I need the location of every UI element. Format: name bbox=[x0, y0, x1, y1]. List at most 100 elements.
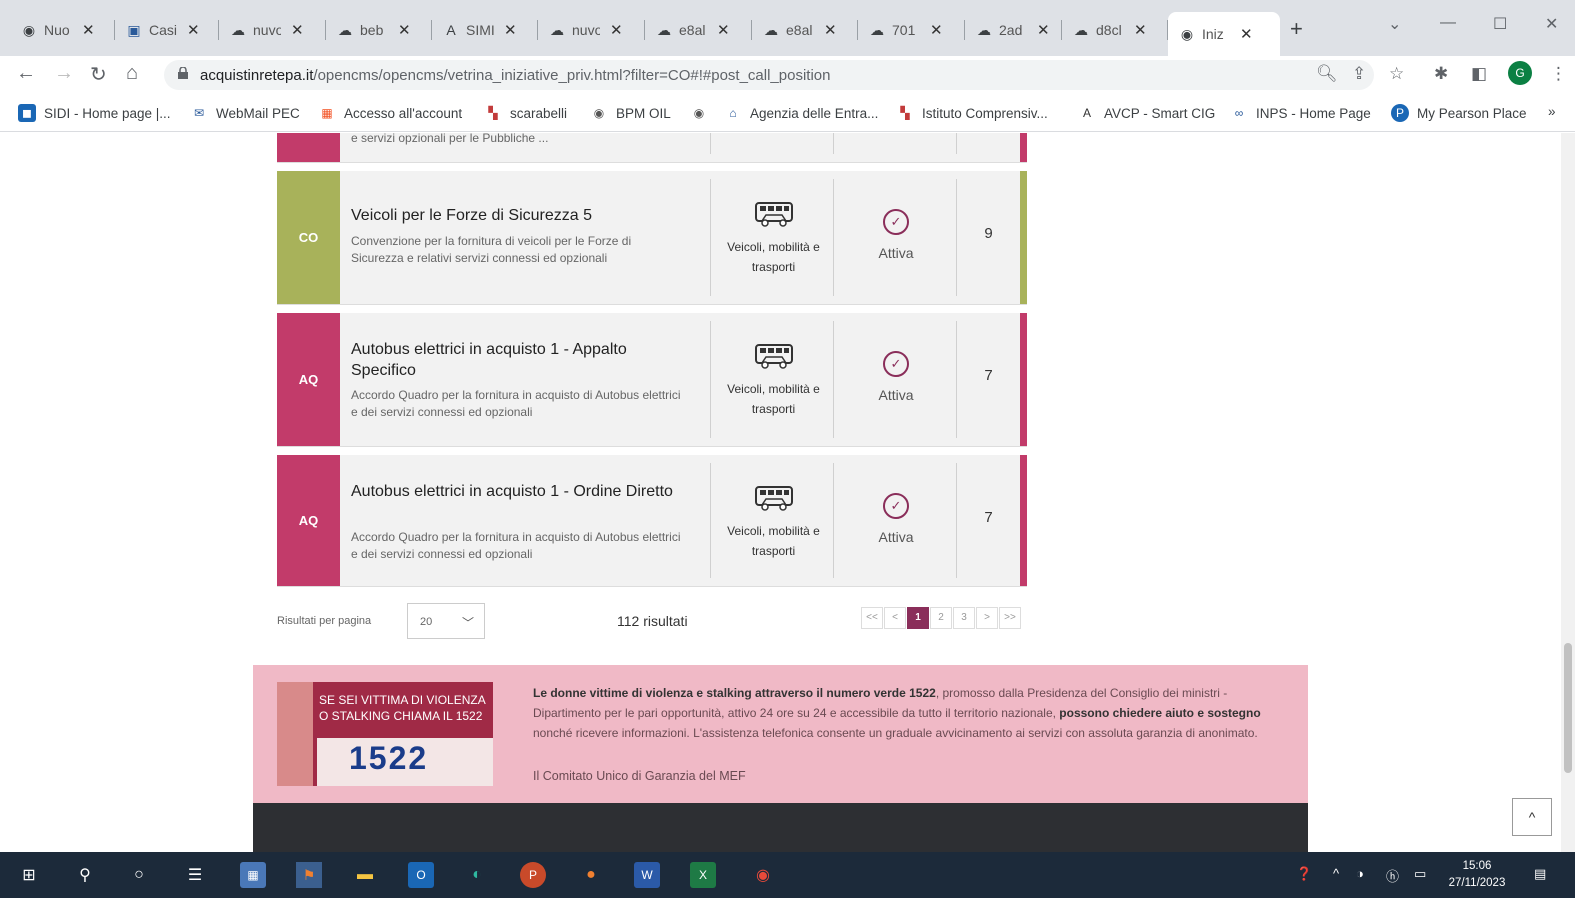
initiative-card[interactable]: CO Veicoli per le Forze di Sicurezza 5 Con… bbox=[277, 171, 1027, 305]
tab-close-icon[interactable]: ✕ bbox=[930, 21, 943, 39]
back-arrow-icon[interactable]: ← bbox=[16, 62, 36, 85]
page-button[interactable]: << bbox=[861, 607, 883, 629]
browser-tab[interactable]: ☁ e8al ✕ bbox=[752, 12, 858, 48]
browser-tab[interactable]: ◉ Nuo ✕ bbox=[10, 12, 115, 48]
partial-card[interactable]: e servizi opzionali per le Pubbliche ... bbox=[277, 133, 1027, 163]
app-pinned-icon[interactable]: ⚑ bbox=[296, 862, 322, 888]
file-explorer-icon[interactable]: ▬ bbox=[352, 862, 378, 888]
reload-icon[interactable]: ↻ bbox=[90, 62, 107, 87]
menu-icon[interactable]: ⋮ bbox=[1550, 64, 1567, 84]
share-icon[interactable]: ⇪ bbox=[1352, 64, 1366, 84]
bookmark-item[interactable]: ◼ SIDI - Home page |... bbox=[18, 104, 171, 122]
excel-icon[interactable]: X bbox=[690, 862, 716, 888]
tab-close-icon[interactable]: ✕ bbox=[610, 21, 623, 39]
firefox-icon[interactable]: ● bbox=[578, 862, 604, 888]
browser-tab[interactable]: A SIMI ✕ bbox=[432, 12, 538, 48]
card-title[interactable]: Veicoli per le Forze di Sicurezza 5 bbox=[351, 205, 681, 226]
status-label: Attiva bbox=[878, 529, 914, 545]
home-icon[interactable]: ⌂ bbox=[126, 62, 138, 85]
extensions-icon[interactable]: ✱ bbox=[1434, 64, 1448, 84]
tab-close-icon[interactable]: ✕ bbox=[824, 21, 837, 39]
tab-close-icon[interactable]: ✕ bbox=[1240, 25, 1253, 43]
column-divider bbox=[710, 321, 711, 438]
browser-tab[interactable]: ☁ nuvo ✕ bbox=[219, 12, 326, 48]
tab-close-icon[interactable]: ✕ bbox=[717, 21, 730, 39]
bookmark-item[interactable]: ⌂ Agenzia delle Entra... bbox=[724, 104, 878, 122]
browser-tab[interactable]: ☁ d8cl ✕ bbox=[1062, 12, 1168, 48]
page-button[interactable]: 3 bbox=[953, 607, 975, 629]
forward-arrow-icon[interactable]: → bbox=[54, 62, 74, 85]
browser-tab[interactable]: ◉ Iniz ✕ bbox=[1168, 12, 1280, 56]
browser-tab[interactable]: ☁ 701 ✕ bbox=[858, 12, 965, 48]
bookmark-item[interactable]: P My Pearson Place bbox=[1391, 104, 1527, 122]
side-panel-icon[interactable]: ◧ bbox=[1471, 64, 1487, 84]
new-tab-button[interactable]: + bbox=[1290, 16, 1303, 42]
notification-icon[interactable]: ▤ bbox=[1534, 866, 1546, 882]
sidi-icon: ◼ bbox=[18, 104, 36, 122]
powerpoint-icon[interactable]: P bbox=[520, 862, 546, 888]
back-to-top-button[interactable]: ^ bbox=[1512, 798, 1552, 836]
initiative-card[interactable]: AQ Autobus elettrici in acquisto 1 - Appa… bbox=[277, 313, 1027, 447]
tray-chevron-icon[interactable]: ^ bbox=[1333, 866, 1339, 881]
browser-tab[interactable]: ☁ e8al ✕ bbox=[645, 12, 752, 48]
1522-poster[interactable]: SE SEI VITTIMA DI VIOLENZA O STALKING CH… bbox=[277, 682, 493, 786]
bookmark-item[interactable]: ✉ WebMail PEC bbox=[190, 104, 300, 122]
bookmark-item[interactable]: A AVCP - Smart CIG bbox=[1078, 104, 1215, 122]
browser-tab[interactable]: ☁ nuvo ✕ bbox=[538, 12, 645, 48]
hand-icon bbox=[277, 682, 313, 786]
page-button[interactable]: > bbox=[976, 607, 998, 629]
bookmark-item[interactable]: ∞ INPS - Home Page bbox=[1230, 104, 1371, 122]
page-button[interactable]: < bbox=[884, 607, 906, 629]
page-button[interactable]: 2 bbox=[930, 607, 952, 629]
network-icon[interactable]: ▭ bbox=[1414, 866, 1426, 882]
cortana-icon[interactable]: ○ bbox=[126, 862, 152, 888]
card-category: Veicoli, mobilità e trasporti bbox=[712, 201, 835, 277]
edge-icon[interactable]: ◐ bbox=[464, 862, 490, 888]
page-button[interactable]: 1 bbox=[907, 607, 929, 629]
task-view-icon[interactable]: ☰ bbox=[182, 862, 208, 888]
bookmark-item[interactable]: ▚ scarabelli bbox=[484, 104, 567, 122]
close-window-icon[interactable]: ✕ bbox=[1545, 14, 1558, 34]
star-icon[interactable]: ☆ bbox=[1389, 64, 1404, 84]
tray-app-icon[interactable]: ◑ bbox=[1356, 866, 1364, 881]
page-scrollbar[interactable] bbox=[1561, 133, 1575, 852]
zoom-icon[interactable]: 🔍︎ bbox=[1316, 64, 1338, 84]
search-icon[interactable]: ⚲ bbox=[72, 862, 98, 888]
tab-close-icon[interactable]: ✕ bbox=[1134, 21, 1147, 39]
tab-close-icon[interactable]: ✕ bbox=[187, 21, 200, 39]
card-title[interactable]: Autobus elettrici in acquisto 1 - Ordine… bbox=[351, 481, 681, 502]
tab-search-icon[interactable]: ⌄ bbox=[1388, 14, 1401, 34]
scrollbar-thumb[interactable] bbox=[1564, 643, 1572, 773]
minimize-icon[interactable]: — bbox=[1440, 14, 1456, 32]
calculator-icon[interactable]: ▦ bbox=[240, 862, 266, 888]
tab-close-icon[interactable]: ✕ bbox=[82, 21, 95, 39]
bookmark-item[interactable]: ◉ bbox=[690, 104, 716, 122]
card-accent-bar bbox=[1020, 455, 1027, 586]
windows-start-icon[interactable]: ⊞ bbox=[16, 862, 42, 888]
profile-avatar[interactable]: G bbox=[1508, 61, 1532, 85]
bookmark-item[interactable]: ▦ Accesso all'account bbox=[318, 104, 462, 122]
tab-close-icon[interactable]: ✕ bbox=[504, 21, 517, 39]
tab-close-icon[interactable]: ✕ bbox=[291, 21, 304, 39]
word-icon[interactable]: W bbox=[634, 862, 660, 888]
maximize-icon[interactable]: ☐ bbox=[1493, 14, 1507, 34]
help-icon[interactable]: ❓ bbox=[1296, 866, 1312, 882]
outlook-icon[interactable]: O bbox=[408, 862, 434, 888]
bookmark-item[interactable]: ▚ Istituto Comprensiv... bbox=[896, 104, 1048, 122]
address-bar[interactable]: acquistinretepa.it/opencms/opencms/vetri… bbox=[164, 60, 1374, 90]
browser-tab[interactable]: ☁ beb ✕ bbox=[326, 12, 432, 48]
initiative-card[interactable]: AQ Autobus elettrici in acquisto 1 - Ordi… bbox=[277, 455, 1027, 587]
category-label: Veicoli, mobilità e trasporti bbox=[727, 382, 820, 416]
page-button[interactable]: >> bbox=[999, 607, 1021, 629]
browser-tab[interactable]: ☁ 2ad ✕ bbox=[965, 12, 1062, 48]
card-title[interactable]: Autobus elettrici in acquisto 1 - Appalt… bbox=[351, 339, 681, 381]
tab-close-icon[interactable]: ✕ bbox=[1037, 21, 1050, 39]
tab-close-icon[interactable]: ✕ bbox=[398, 21, 411, 39]
bookmarks-more-button[interactable]: » bbox=[1548, 104, 1556, 119]
taskbar-clock[interactable]: 15:06 27/11/2023 bbox=[1442, 858, 1512, 892]
chrome-icon[interactable]: ◉ bbox=[750, 862, 776, 888]
browser-tab[interactable]: ▣ Casi ✕ bbox=[115, 12, 219, 48]
per-page-select[interactable]: 20 ﹀ bbox=[407, 603, 485, 639]
hp-icon[interactable]: ⓗ bbox=[1386, 866, 1399, 885]
bookmark-item[interactable]: ◉ BPM OIL bbox=[590, 104, 671, 122]
